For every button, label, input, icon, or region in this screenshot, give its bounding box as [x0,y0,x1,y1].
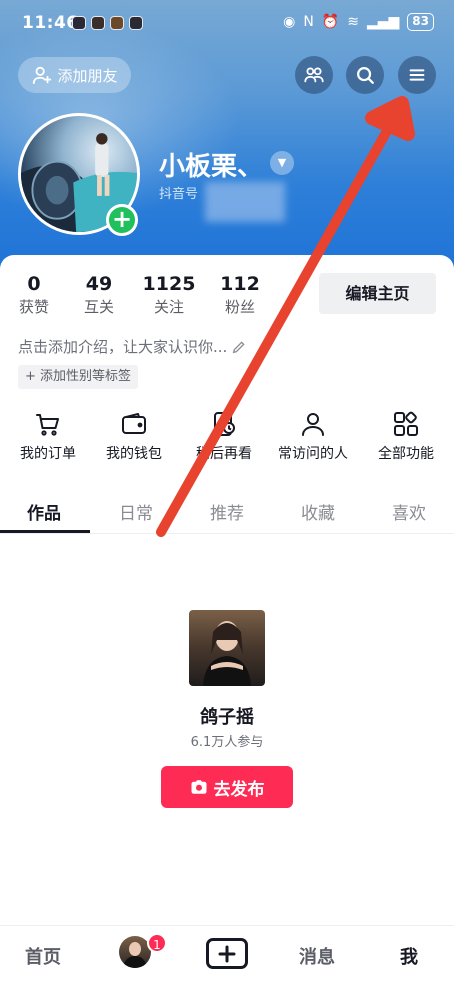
stat-mutual[interactable]: 49 互关 [69,272,129,318]
status-indicators: ◉ N ⏰ ≋ ▂▄▆ 83 [283,13,434,31]
camera-icon [191,780,206,794]
my-wallet-button[interactable]: 我的钱包 [89,410,179,464]
wifi-icon: ≋ [347,14,359,30]
topic-participants: 6.1万人参与 [190,735,264,750]
douyin-id-blurred [205,182,285,222]
tab-daily[interactable]: 日常 [101,499,171,524]
status-bar: 11:46 ◉ N ⏰ ≋ ▂▄▆ 83 [0,0,454,46]
menu-icon [409,69,425,81]
status-time: 11:46 [22,13,79,33]
tab-recommend[interactable]: 推荐 [192,499,262,524]
battery-indicator: 83 [407,13,434,31]
function-label: 我的订单 [20,446,76,462]
all-functions-button[interactable]: 全部功能 [361,410,451,464]
search-button[interactable] [346,56,384,94]
function-label: 我的钱包 [106,446,162,462]
my-orders-button[interactable]: 我的订单 [3,410,93,464]
stat-label: 互关 [83,298,114,316]
stat-value: 1125 [142,273,196,295]
bio-placeholder: 点击添加介绍，让大家认识你... [18,338,228,356]
stat-value: 112 [220,273,260,295]
stat-value: 0 [27,273,41,295]
username: 小板栗、 [159,152,264,182]
eye-icon: ◉ [283,14,296,30]
publish-label: 去发布 [213,779,265,800]
tab-likes[interactable]: 喜欢 [374,499,444,524]
add-friend-label: 添加朋友 [57,66,118,85]
search-icon [357,67,374,84]
app-notification-icon [129,16,143,30]
topic-title: 鸽子摇 [200,707,254,728]
frequent-contacts-button[interactable]: 常访问的人 [268,410,358,464]
add-tags-chip[interactable]: + 添加性别等标签 [18,365,139,389]
stat-following[interactable]: 1125 关注 [139,272,199,318]
notification-badge: 1 [147,933,167,953]
account-switch-chevron-icon[interactable]: ▼ [270,151,294,175]
bottom-navigation: 首页 1 消息 我 [0,925,454,981]
menu-button[interactable] [398,56,436,94]
nav-messages[interactable]: 消息 [299,943,335,969]
alarm-icon: ⏰ [321,14,340,30]
plus-icon [218,945,236,962]
pencil-icon [233,340,245,353]
app-notification-icon [72,16,86,30]
active-tab-indicator [0,530,90,533]
grid-icon [394,411,418,436]
douyin-id-label: 抖音号 [159,187,199,202]
cart-icon [36,414,59,436]
nav-home[interactable]: 首页 [25,943,61,969]
topic-image [203,621,251,686]
topic-thumbnail[interactable] [189,610,265,686]
function-label: 稍后再看 [196,446,252,462]
function-label: 全部功能 [378,446,434,462]
content-tabs: 作品 日常 推荐 收藏 喜欢 [0,490,454,534]
watch-later-icon [214,412,235,436]
nfc-icon: N [303,14,314,30]
edit-profile-button[interactable]: 编辑主页 [319,273,436,314]
stat-followers[interactable]: 112 粉丝 [210,272,270,318]
bio-field[interactable]: 点击添加介绍，让大家认识你... [18,336,247,357]
notification-icons [72,16,143,30]
publish-button[interactable]: 去发布 [161,766,293,808]
avatar-add-icon[interactable]: + [106,204,138,236]
friends-icon [304,67,324,83]
stat-value: 49 [85,273,113,295]
add-friend-button[interactable]: 添加朋友 [18,57,131,93]
stat-label: 粉丝 [224,298,255,316]
signal-icon: ▂▄▆ [366,14,400,30]
tab-favorites[interactable]: 收藏 [283,499,353,524]
nav-me[interactable]: 我 [400,943,418,969]
watch-later-button[interactable]: 稍后再看 [179,410,269,464]
stat-label: 关注 [153,298,184,316]
app-notification-icon [91,16,105,30]
friends-button[interactable] [295,56,333,94]
add-person-icon [33,66,52,85]
app-notification-icon [110,16,124,30]
stat-likes[interactable]: 0 获赞 [4,272,64,318]
stat-label: 获赞 [18,298,49,316]
create-post-button[interactable] [206,938,248,969]
person-icon [302,413,324,436]
tab-works[interactable]: 作品 [9,499,79,524]
function-label: 常访问的人 [278,446,348,462]
wallet-icon [122,413,146,434]
